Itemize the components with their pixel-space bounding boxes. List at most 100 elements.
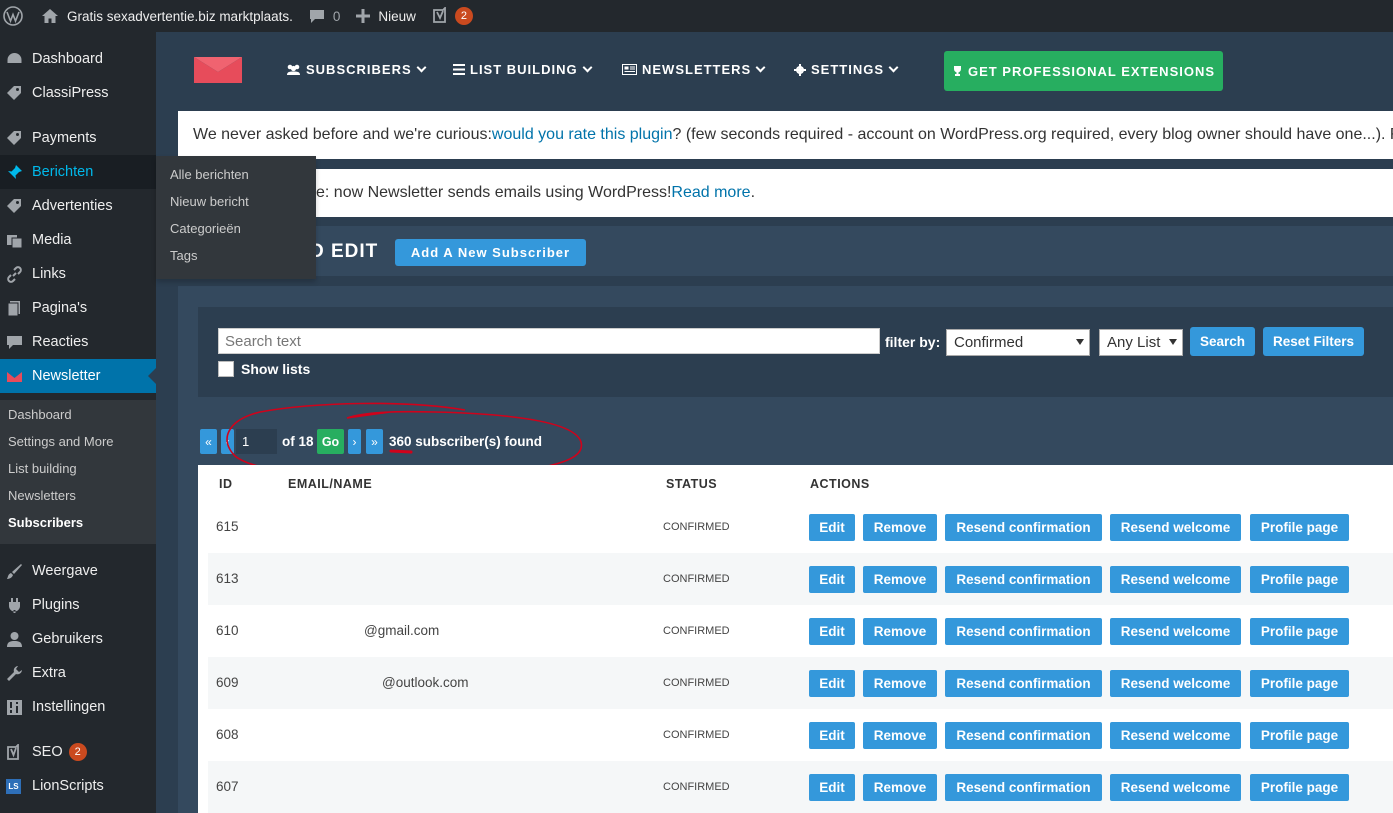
menu-label: Berichten <box>32 164 94 180</box>
site-name-link[interactable]: Gratis sexadvertentie.biz marktplaats. <box>31 0 301 32</box>
nav-subscribers[interactable]: SUBSCRIBERS <box>286 62 427 77</box>
resend-welcome-button[interactable]: Resend welcome <box>1110 670 1241 697</box>
dropdown-arrow-icon <box>1076 339 1084 349</box>
flyout-item-alle-berichten[interactable]: Alle berichten <box>170 167 249 182</box>
nav-newsletters[interactable]: NEWSLETTERS <box>622 62 766 77</box>
resend-confirmation-button[interactable]: Resend confirmation <box>945 618 1102 645</box>
reset-filters-button[interactable]: Reset Filters <box>1263 327 1364 356</box>
remove-button[interactable]: Remove <box>863 774 937 801</box>
table-row: 610 @gmail.com CONFIRMED Edit Remove Res… <box>208 605 1393 657</box>
tag-icon <box>6 130 23 147</box>
subscriber-email[interactable]: @outlook.com <box>382 675 469 690</box>
comment-icon <box>309 9 325 24</box>
menu-label: Reacties <box>32 334 89 350</box>
edit-button[interactable]: Edit <box>809 514 855 541</box>
page-title: D EDIT <box>310 241 379 262</box>
resend-welcome-button[interactable]: Resend welcome <box>1110 618 1241 645</box>
resend-confirmation-button[interactable]: Resend confirmation <box>945 514 1102 541</box>
menu-item-seo[interactable]: SEO 2 <box>0 735 156 769</box>
submenu-item-subscribers[interactable]: Subscribers <box>8 515 83 530</box>
menu-item-payments[interactable]: Payments <box>0 121 156 155</box>
list-filter-select[interactable]: Any List <box>1099 329 1183 356</box>
menu-item-berichten[interactable]: Berichten <box>0 155 156 189</box>
nav-label: NEWSLETTERS <box>642 62 752 77</box>
remove-button[interactable]: Remove <box>863 514 937 541</box>
menu-label: Weergave <box>32 563 98 579</box>
submenu-item-list-building[interactable]: List building <box>8 461 77 476</box>
submenu-item-newsletters[interactable]: Newsletters <box>8 488 76 503</box>
comments-link[interactable]: 0 <box>301 0 349 32</box>
submenu-item-dashboard[interactable]: Dashboard <box>8 407 72 422</box>
search-input[interactable] <box>218 328 880 354</box>
flyout-item-categorieen[interactable]: Categorieën <box>170 221 241 236</box>
column-header-id[interactable]: ID <box>219 477 233 491</box>
menu-item-lionscripts[interactable]: LS LionScripts <box>0 769 156 803</box>
resend-confirmation-button[interactable]: Resend confirmation <box>945 566 1102 593</box>
profile-page-button[interactable]: Profile page <box>1250 722 1349 749</box>
resend-welcome-button[interactable]: Resend welcome <box>1110 774 1241 801</box>
edit-button[interactable]: Edit <box>809 670 855 697</box>
admin-sidebar: Dashboard ClassiPress Payments Berichten… <box>0 32 156 813</box>
menu-item-newsletter[interactable]: Newsletter <box>0 359 156 393</box>
add-new-subscriber-button[interactable]: Add A New Subscriber <box>395 239 586 266</box>
chevron-down-icon <box>582 62 593 73</box>
comments-count: 0 <box>332 8 341 24</box>
resend-confirmation-button[interactable]: Resend confirmation <box>945 722 1102 749</box>
nav-settings[interactable]: SETTINGS <box>794 62 899 77</box>
menu-item-advertenties[interactable]: Advertenties <box>0 189 156 223</box>
resend-confirmation-button[interactable]: Resend confirmation <box>945 670 1102 697</box>
nav-list-building[interactable]: LIST BUILDING <box>453 62 593 77</box>
status-filter-select[interactable]: Confirmed <box>946 329 1090 356</box>
menu-label: Media <box>32 232 72 248</box>
remove-button[interactable]: Remove <box>863 722 937 749</box>
show-lists-checkbox[interactable] <box>218 361 234 377</box>
column-header-email[interactable]: EMAIL/NAME <box>288 477 372 491</box>
tag-icon <box>6 85 23 102</box>
menu-item-paginas[interactable]: Pagina's <box>0 291 156 325</box>
flyout-item-nieuw-bericht[interactable]: Nieuw bericht <box>170 194 249 209</box>
profile-page-button[interactable]: Profile page <box>1250 618 1349 645</box>
menu-item-dashboard[interactable]: Dashboard <box>0 42 156 76</box>
remove-button[interactable]: Remove <box>863 618 937 645</box>
rate-plugin-link[interactable]: would you rate this plugin <box>492 126 673 144</box>
subscriber-email[interactable]: @gmail.com <box>364 623 439 638</box>
newsletter-logo-icon[interactable] <box>194 57 242 88</box>
edit-button[interactable]: Edit <box>809 774 855 801</box>
resend-welcome-button[interactable]: Resend welcome <box>1110 514 1241 541</box>
resend-confirmation-button[interactable]: Resend confirmation <box>945 774 1102 801</box>
new-content-link[interactable]: Nieuw <box>348 0 424 32</box>
chevron-down-icon <box>888 62 899 73</box>
profile-page-button[interactable]: Profile page <box>1250 566 1349 593</box>
menu-item-plugins[interactable]: Plugins <box>0 588 156 622</box>
edit-button[interactable]: Edit <box>809 618 855 645</box>
edit-button[interactable]: Edit <box>809 722 855 749</box>
resend-welcome-button[interactable]: Resend welcome <box>1110 722 1241 749</box>
menu-item-reacties[interactable]: Reacties <box>0 325 156 359</box>
menu-label: Links <box>32 266 66 282</box>
wordpress-logo-icon[interactable] <box>0 0 31 32</box>
menu-item-extra[interactable]: Extra <box>0 656 156 690</box>
resend-welcome-button[interactable]: Resend welcome <box>1110 566 1241 593</box>
search-button[interactable]: Search <box>1190 327 1255 356</box>
column-header-actions: ACTIONS <box>810 477 870 491</box>
read-more-link[interactable]: Read more <box>671 184 750 202</box>
menu-item-classipress[interactable]: ClassiPress <box>0 76 156 110</box>
flyout-item-tags[interactable]: Tags <box>170 248 197 263</box>
remove-button[interactable]: Remove <box>863 670 937 697</box>
menu-item-media[interactable]: Media <box>0 223 156 257</box>
menu-item-gebruikers[interactable]: Gebruikers <box>0 622 156 656</box>
remove-button[interactable]: Remove <box>863 566 937 593</box>
get-professional-extensions-button[interactable]: GET PROFESSIONAL EXTENSIONS <box>944 51 1223 91</box>
seo-badge: 2 <box>68 743 87 761</box>
menu-item-links[interactable]: Links <box>0 257 156 291</box>
berichten-flyout-menu: Alle berichten Nieuw bericht Categorieën… <box>156 156 316 279</box>
profile-page-button[interactable]: Profile page <box>1250 774 1349 801</box>
yoast-seo-link[interactable]: 2 <box>424 0 481 32</box>
menu-item-instellingen[interactable]: Instellingen <box>0 690 156 724</box>
column-header-status[interactable]: STATUS <box>666 477 717 491</box>
profile-page-button[interactable]: Profile page <box>1250 514 1349 541</box>
edit-button[interactable]: Edit <box>809 566 855 593</box>
submenu-item-settings[interactable]: Settings and More <box>8 434 114 449</box>
menu-item-weergave[interactable]: Weergave <box>0 554 156 588</box>
profile-page-button[interactable]: Profile page <box>1250 670 1349 697</box>
